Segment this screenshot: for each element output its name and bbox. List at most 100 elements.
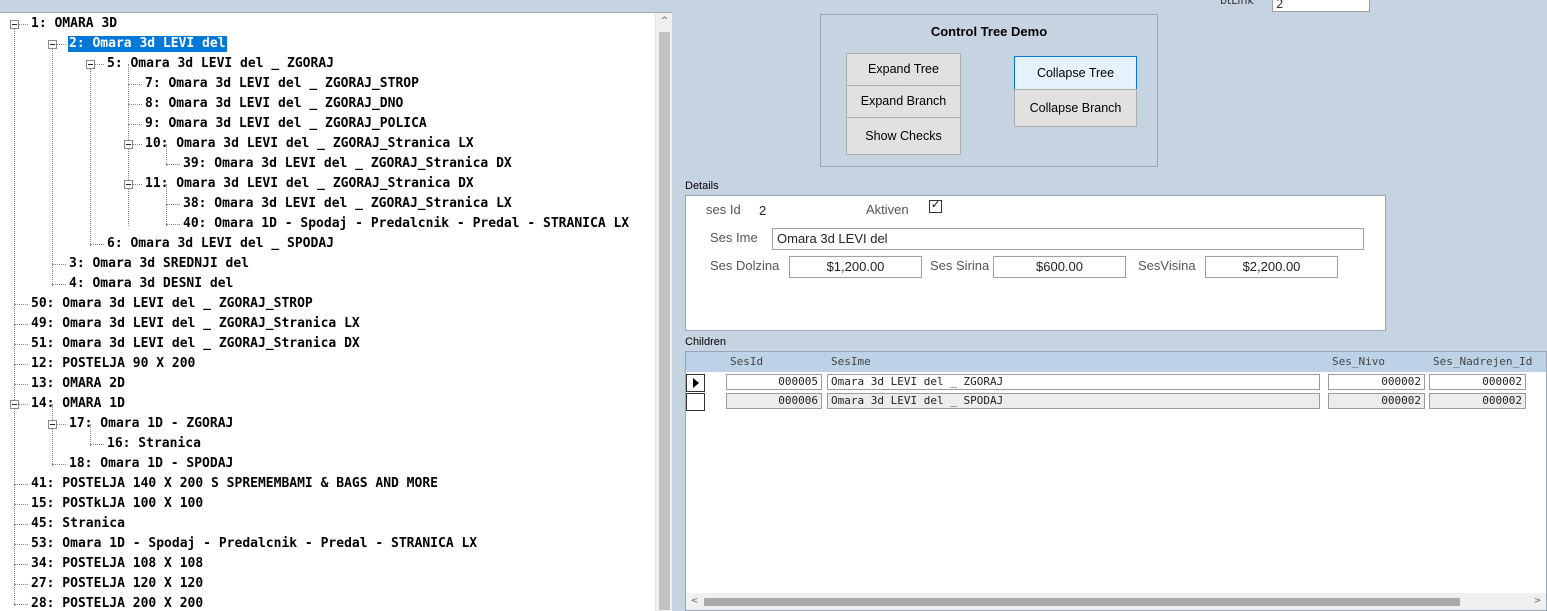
tree-connector-line	[14, 524, 28, 525]
tree-connector-line	[14, 504, 28, 505]
tree-node[interactable]: 7: Omara 3d LEVI del _ ZGORAJ_STROP	[144, 76, 420, 92]
collapse-branch-button[interactable]: Collapse Branch	[1014, 89, 1137, 127]
show-checks-button[interactable]: Show Checks	[846, 117, 961, 155]
tree-connector-line	[90, 444, 104, 445]
tree-nodes-container: 1: OMARA 3D 2: Omara 3d LEVI del 5: Omara …	[0, 13, 655, 611]
tree-node[interactable]: 2: Omara 3d LEVI del	[67, 35, 228, 53]
scroll-right-icon[interactable]: >	[1529, 593, 1546, 610]
ses-id-value: 2	[759, 203, 767, 218]
scroll-up-icon[interactable]: ^	[656, 13, 672, 30]
grid-horizontal-scrollbar[interactable]: < >	[686, 593, 1546, 610]
ses-visina-label: SesVisina	[1138, 258, 1196, 273]
tree-node[interactable]: 27: POSTELJA 120 X 120	[30, 576, 204, 592]
tree-node[interactable]: 5: Omara 3d LEVI del _ ZGORAJ	[106, 56, 335, 72]
tree-connector-line	[14, 364, 28, 365]
tree-guide-line	[52, 44, 53, 286]
tree-connector-line	[90, 244, 104, 245]
children-caption: Children	[685, 336, 726, 348]
column-header-sesid[interactable]: SesId	[730, 355, 820, 368]
tree-connector-line	[166, 164, 180, 165]
tree-node[interactable]: 15: POSTkLJA 100 X 100	[30, 496, 204, 512]
ses-dolzina-label: Ses Dolzina	[710, 258, 780, 273]
tree-node[interactable]: 38: Omara 3d LEVI del _ ZGORAJ_Stranica …	[182, 196, 513, 212]
tree-connector-line	[128, 84, 142, 85]
tree-guide-line	[52, 404, 53, 466]
expand-branch-button[interactable]: Expand Branch	[846, 85, 961, 118]
checkmark-icon: ✓	[931, 198, 941, 211]
cell-sesid[interactable]: 000005	[726, 374, 822, 390]
tree-node[interactable]: 17: Omara 1D - ZGORAJ	[68, 416, 234, 432]
aktiven-label: Aktiven	[866, 202, 909, 217]
tree-node[interactable]: 45: Stranica	[30, 516, 126, 532]
tree-node[interactable]: 3: Omara 3d SREDNJI del	[68, 256, 250, 272]
tree-connector-line	[52, 264, 66, 265]
collapse-toggle-icon[interactable]	[86, 60, 95, 69]
column-header-ses-nivo[interactable]: Ses_Nivo	[1332, 355, 1428, 368]
cell-ses-nadrejen-id[interactable]: 000002	[1429, 374, 1526, 390]
ses-ime-field[interactable]: Omara 3d LEVI del	[772, 228, 1364, 250]
tree-vertical-scrollbar[interactable]: ^	[655, 13, 672, 611]
details-caption: Details	[685, 180, 719, 192]
tree-node[interactable]: 40: Omara 1D - Spodaj - Predalcnik - Pre…	[182, 216, 630, 232]
column-header-sesime[interactable]: SesIme	[831, 355, 1311, 368]
tree-node[interactable]: 14: OMARA 1D	[30, 396, 126, 412]
tree-node[interactable]: 53: Omara 1D - Spodaj - Predalcnik - Pre…	[30, 536, 478, 552]
tree-node[interactable]: 49: Omara 3d LEVI del _ ZGORAJ_Stranica …	[30, 316, 361, 332]
demo-title: Control Tree Demo	[930, 24, 1048, 39]
cell-ses-nivo[interactable]: 000002	[1328, 374, 1425, 390]
tree-connector-line	[14, 604, 28, 605]
tree-node[interactable]: 8: Omara 3d LEVI del _ ZGORAJ_DNO	[144, 96, 404, 112]
btlink-label: btLink	[1220, 0, 1254, 7]
cell-ses-nivo[interactable]: 000002	[1328, 393, 1425, 409]
row-selector[interactable]	[686, 374, 705, 392]
btlink-field[interactable]: 2	[1272, 0, 1370, 12]
scroll-left-icon[interactable]: <	[686, 593, 703, 610]
tree-node[interactable]: 51: Omara 3d LEVI del _ ZGORAJ_Stranica …	[30, 336, 361, 352]
current-record-icon	[693, 378, 699, 388]
aktiven-checkbox[interactable]: ✓	[929, 198, 942, 213]
tree-node[interactable]: 4: Omara 3d DESNI del	[68, 276, 234, 292]
collapse-toggle-icon[interactable]	[124, 140, 133, 149]
ses-sirina-field[interactable]: $600.00	[993, 256, 1126, 278]
tree-node[interactable]: 6: Omara 3d LEVI del _ SPODAJ	[106, 236, 335, 252]
tree-node[interactable]: 1: OMARA 3D	[30, 16, 118, 32]
tree-node[interactable]: 13: OMARA 2D	[30, 376, 126, 392]
cell-sesime[interactable]: Omara 3d LEVI del _ SPODAJ	[827, 393, 1320, 409]
row-selector[interactable]	[686, 393, 705, 411]
children-datasheet[interactable]: SesId SesIme Ses_Nivo Ses_Nadrejen_Id 00…	[685, 351, 1547, 611]
column-header-ses-nadrejen-id[interactable]: Ses_Nadrejen_Id	[1433, 355, 1539, 368]
cell-sesid[interactable]: 000006	[726, 393, 822, 409]
control-tree-demo-panel: Control Tree Demo Expand Tree Expand Bra…	[820, 14, 1158, 167]
tree-node[interactable]: 10: Omara 3d LEVI del _ ZGORAJ_Stranica …	[144, 136, 475, 152]
collapse-toggle-icon[interactable]	[124, 180, 133, 189]
tree-connector-line	[14, 304, 28, 305]
tree-node[interactable]: 50: Omara 3d LEVI del _ ZGORAJ_STROP	[30, 296, 314, 312]
collapse-toggle-icon[interactable]	[48, 420, 57, 429]
tree-view[interactable]: 1: OMARA 3D 2: Omara 3d LEVI del 5: Omara …	[0, 12, 672, 611]
tree-connector-line	[14, 324, 28, 325]
tree-node[interactable]: 9: Omara 3d LEVI del _ ZGORAJ_POLICA	[144, 116, 428, 132]
tree-node[interactable]: 16: Stranica	[106, 436, 202, 452]
tree-node[interactable]: 41: POSTELJA 140 X 200 S SPREMEMBAMI & B…	[30, 476, 439, 492]
collapse-toggle-icon[interactable]	[10, 400, 19, 409]
tree-connector-line	[14, 564, 28, 565]
tree-node[interactable]: 39: Omara 3d LEVI del _ ZGORAJ_Stranica …	[182, 156, 513, 172]
cell-ses-nadrejen-id[interactable]: 000002	[1429, 393, 1526, 409]
collapse-toggle-icon[interactable]	[48, 40, 57, 49]
tree-node[interactable]: 12: POSTELJA 90 X 200	[30, 356, 196, 372]
details-panel: ses Id 2 Aktiven ✓ Ses Ime Omara 3d LEVI…	[685, 195, 1386, 331]
ses-id-label: ses Id	[706, 202, 741, 217]
scrollbar-thumb[interactable]	[704, 598, 1460, 606]
expand-tree-button[interactable]: Expand Tree	[846, 53, 961, 86]
tree-connector-line	[166, 204, 180, 205]
cell-sesime[interactable]: Omara 3d LEVI del _ ZGORAJ	[827, 374, 1320, 390]
tree-node[interactable]: 28: POSTELJA 200 X 200	[30, 596, 204, 611]
tree-node[interactable]: 11: Omara 3d LEVI del _ ZGORAJ_Stranica …	[144, 176, 475, 192]
collapse-tree-button[interactable]: Collapse Tree	[1014, 56, 1137, 90]
collapse-toggle-icon[interactable]	[10, 20, 19, 29]
ses-dolzina-field[interactable]: $1,200.00	[789, 256, 922, 278]
scrollbar-thumb[interactable]	[659, 32, 670, 610]
ses-visina-field[interactable]: $2,200.00	[1205, 256, 1338, 278]
tree-node[interactable]: 18: Omara 1D - SPODAJ	[68, 456, 234, 472]
tree-node[interactable]: 34: POSTELJA 108 X 108	[30, 556, 204, 572]
